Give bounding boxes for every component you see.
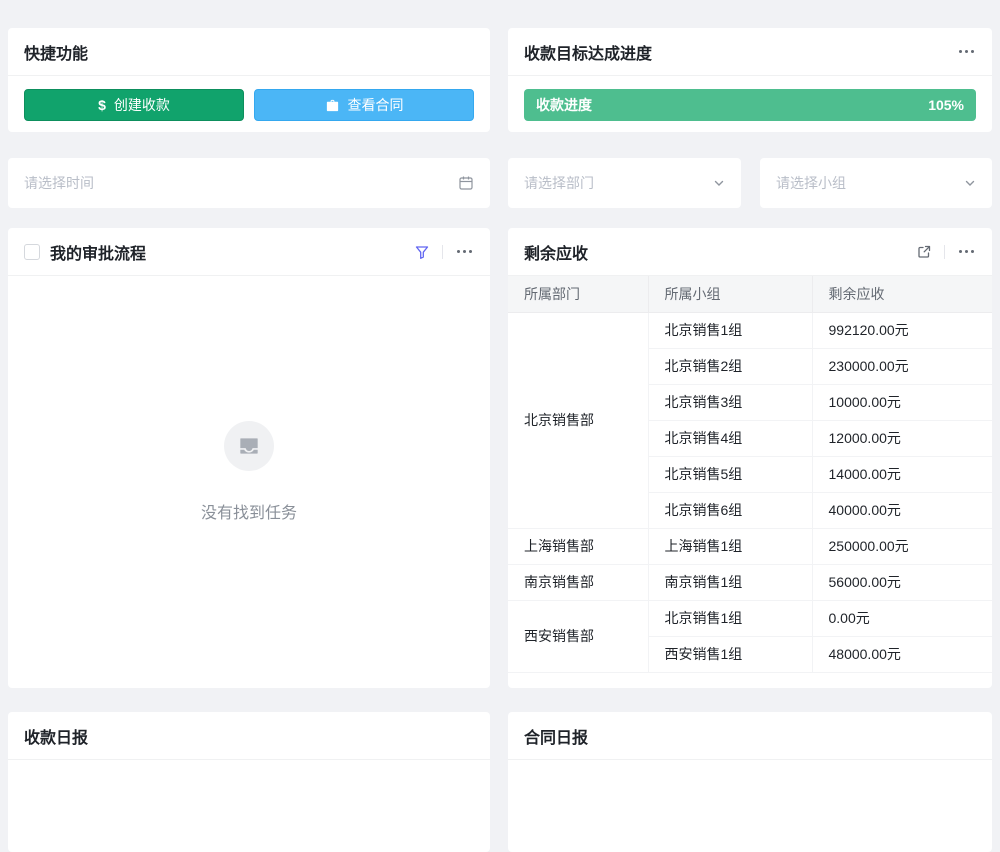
table-row: 西安销售部北京销售1组0.00元	[508, 600, 992, 636]
progress-percent: 105%	[928, 97, 964, 113]
target-progress-header: 收款目标达成进度	[508, 28, 992, 76]
table-header-row: 所属部门 所属小组 剩余应收	[508, 276, 992, 312]
column-header-dept: 所属部门	[508, 276, 648, 312]
more-icon[interactable]	[455, 246, 474, 257]
time-select-placeholder: 请选择时间	[24, 173, 94, 193]
amount-cell: 10000.00元	[812, 384, 992, 420]
group-cell: 北京销售5组	[648, 456, 812, 492]
more-icon[interactable]	[957, 46, 976, 57]
payment-daily-title: 收款日报	[24, 724, 88, 748]
approval-empty-state: 没有找到任务	[8, 266, 490, 677]
target-progress-card: 收款目标达成进度 收款进度 105%	[508, 28, 992, 132]
amount-cell: 12000.00元	[812, 420, 992, 456]
quick-actions-header: 快捷功能	[8, 28, 490, 76]
dept-cell: 上海销售部	[508, 528, 648, 564]
chevron-down-icon	[713, 177, 725, 189]
payment-daily-header: 收款日报	[8, 712, 490, 760]
group-select[interactable]: 请选择小组	[760, 158, 992, 208]
table-row: 南京销售部南京销售1组56000.00元	[508, 564, 992, 600]
empty-state-text: 没有找到任务	[201, 499, 297, 523]
progress-bar: 收款进度 105%	[524, 89, 976, 121]
view-contract-button[interactable]: 查看合同	[254, 89, 474, 121]
amount-cell: 992120.00元	[812, 312, 992, 348]
column-header-amount: 剩余应收	[812, 276, 992, 312]
group-cell: 南京销售1组	[648, 564, 812, 600]
amount-cell: 40000.00元	[812, 492, 992, 528]
dept-cell: 西安销售部	[508, 600, 648, 672]
create-payment-label: 创建收款	[114, 95, 170, 115]
amount-cell: 14000.00元	[812, 456, 992, 492]
calendar-icon	[458, 175, 474, 191]
header-divider	[442, 245, 443, 259]
receivables-title: 剩余应收	[524, 240, 588, 264]
approval-checkbox[interactable]	[24, 244, 40, 260]
amount-cell: 48000.00元	[812, 636, 992, 672]
group-cell: 上海销售1组	[648, 528, 812, 564]
column-header-group: 所属小组	[648, 276, 812, 312]
progress-bar-label: 收款进度	[536, 95, 592, 115]
more-icon[interactable]	[957, 246, 976, 257]
empty-inbox-icon	[224, 421, 274, 471]
group-cell: 北京销售3组	[648, 384, 812, 420]
group-cell: 北京销售1组	[648, 312, 812, 348]
group-cell: 西安销售1组	[648, 636, 812, 672]
table-row: 北京销售部北京销售1组992120.00元	[508, 312, 992, 348]
contract-daily-card: 合同日报	[508, 712, 992, 852]
payment-daily-card: 收款日报	[8, 712, 490, 852]
amount-cell: 0.00元	[812, 600, 992, 636]
amount-cell: 250000.00元	[812, 528, 992, 564]
quick-actions-title: 快捷功能	[24, 40, 88, 64]
filter-icon[interactable]	[414, 244, 430, 260]
dept-cell: 南京销售部	[508, 564, 648, 600]
group-cell: 北京销售6组	[648, 492, 812, 528]
approval-card: 我的审批流程 没有找到任务	[8, 228, 490, 688]
time-select[interactable]: 请选择时间	[8, 158, 490, 208]
dollar-icon: $	[98, 97, 106, 113]
group-cell: 北京销售1组	[648, 600, 812, 636]
department-select-placeholder: 请选择部门	[524, 173, 594, 193]
receivables-table: 所属部门 所属小组 剩余应收 北京销售部北京销售1组992120.00元北京销售…	[508, 276, 992, 673]
amount-cell: 56000.00元	[812, 564, 992, 600]
group-cell: 北京销售2组	[648, 348, 812, 384]
target-progress-title: 收款目标达成进度	[524, 40, 652, 64]
receivables-table-body: 北京销售部北京销售1组992120.00元北京销售2组230000.00元北京销…	[508, 312, 992, 672]
department-select[interactable]: 请选择部门	[508, 158, 741, 208]
group-select-placeholder: 请选择小组	[776, 173, 846, 193]
contract-daily-header: 合同日报	[508, 712, 992, 760]
view-contract-label: 查看合同	[348, 95, 404, 115]
contract-daily-title: 合同日报	[524, 724, 588, 748]
dept-cell: 北京销售部	[508, 312, 648, 528]
briefcase-icon	[325, 98, 340, 113]
open-external-icon[interactable]	[916, 244, 932, 260]
receivables-card: 剩余应收 所属部门 所属小组 剩余应收 北京销售部北京销售1组992120.00…	[508, 228, 992, 688]
group-cell: 北京销售4组	[648, 420, 812, 456]
chevron-down-icon	[964, 177, 976, 189]
quick-actions-body: $ 创建收款 查看合同	[8, 76, 490, 134]
quick-actions-card: 快捷功能 $ 创建收款 查看合同	[8, 28, 490, 132]
header-divider	[944, 245, 945, 259]
amount-cell: 230000.00元	[812, 348, 992, 384]
receivables-header: 剩余应收	[508, 228, 992, 276]
create-payment-button[interactable]: $ 创建收款	[24, 89, 244, 121]
table-row: 上海销售部上海销售1组250000.00元	[508, 528, 992, 564]
approval-title: 我的审批流程	[50, 240, 146, 264]
